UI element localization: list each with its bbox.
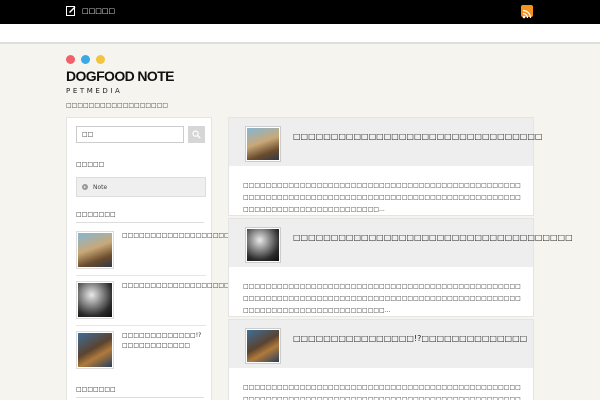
post-thumbnail[interactable] xyxy=(245,126,281,162)
post-excerpt: □□□□□□□□□□□□□□□□□□□□□□□□□□□□□□□□□□□□□□□□… xyxy=(243,182,521,213)
search-icon xyxy=(192,130,201,139)
recent-post-item[interactable]: □□□□□□□□□□□□□□□□□□□□□□□□□□□□□□□ xyxy=(76,281,298,319)
site-logo[interactable]: DOGFOOD NOTE xyxy=(66,68,175,84)
category-note[interactable]: Note xyxy=(76,177,206,197)
post-title[interactable]: □□□□□□□□□□□□□□□□□□□□□□□□□□□□□□□□□ xyxy=(293,132,542,141)
header-band xyxy=(0,24,600,44)
post-thumbnail[interactable] xyxy=(76,281,114,319)
post-list: □□□□□□□□□□□□□□□□□□□□□□□□□□□□□□□□□ □□□□□□… xyxy=(228,117,573,400)
edit-icon xyxy=(66,6,76,16)
post-thumbnail[interactable] xyxy=(245,328,281,364)
sidebar: □□□□□ Note □□□□□□□ □□□□□□□□□□□□□□□□□□□□□… xyxy=(66,117,298,400)
dot-yellow xyxy=(96,55,105,64)
dot-blue xyxy=(81,55,90,64)
post-thumbnail[interactable] xyxy=(76,231,114,269)
post-thumbnail[interactable] xyxy=(76,331,114,369)
search-input[interactable] xyxy=(76,126,184,143)
post-title[interactable]: □□□□□□□□□□□□□□□□□□□□□□□□□□□□□□□□□□□□□ xyxy=(293,233,573,242)
arrow-circle-icon xyxy=(82,184,88,190)
dot-red xyxy=(66,55,75,64)
recent-post-title[interactable]: □□□□□□□□□□□□□!?□□□□□□□□□□□□ xyxy=(122,331,208,351)
recent-post-item[interactable]: □□□□□□□□□□□□□!?□□□□□□□□□□□□ xyxy=(76,331,206,369)
post-card: □□□□□□□□□□□□□□□□!?□□□□□□□□□□□□□□ □□□□□□□… xyxy=(228,319,534,400)
decorative-dots xyxy=(66,55,105,64)
recent-post-item[interactable]: □□□□□□□□□□□□□□□□□□□□□□□□□□ xyxy=(76,231,269,269)
edit-link[interactable]: □□□□□ xyxy=(66,5,115,16)
divider xyxy=(76,397,204,398)
recent-post-title[interactable]: □□□□□□□□□□□□□□□□□□□□□□□□□□□□□□□ xyxy=(122,281,298,291)
edit-label: □□□□□ xyxy=(82,6,116,15)
search-button[interactable] xyxy=(188,126,205,143)
archive-title: □□□□□□□ xyxy=(76,386,116,393)
categories-title: □□□□□ xyxy=(76,161,105,168)
post-excerpt: □□□□□□□□□□□□□□□□□□□□□□□□□□□□□□□□□□□□□□□□… xyxy=(243,283,521,314)
recent-post-title[interactable]: □□□□□□□□□□□□□□□□□□□□□□□□□□ xyxy=(122,231,269,241)
site-tagline: PETMEDIA xyxy=(66,87,123,95)
admin-bar: □□□□□ xyxy=(0,0,600,24)
post-thumbnail[interactable] xyxy=(245,227,281,263)
divider xyxy=(76,325,206,326)
post-title[interactable]: □□□□□□□□□□□□□□□□!?□□□□□□□□□□□□□□ xyxy=(293,334,527,343)
post-card: □□□□□□□□□□□□□□□□□□□□□□□□□□□□□□□□□□□□□ □□… xyxy=(228,218,573,317)
recent-posts-title: □□□□□□□ xyxy=(76,211,116,218)
site-description: □□□□□□□□□□□□□□□□□□ xyxy=(66,102,169,109)
post-excerpt: □□□□□□□□□□□□□□□□□□□□□□□□□□□□□□□□□□□□□□□□… xyxy=(243,384,521,400)
rss-icon[interactable] xyxy=(521,5,533,19)
divider xyxy=(76,222,204,223)
category-label: Note xyxy=(93,183,108,191)
post-card: □□□□□□□□□□□□□□□□□□□□□□□□□□□□□□□□□ □□□□□□… xyxy=(228,117,542,216)
divider xyxy=(76,275,206,276)
